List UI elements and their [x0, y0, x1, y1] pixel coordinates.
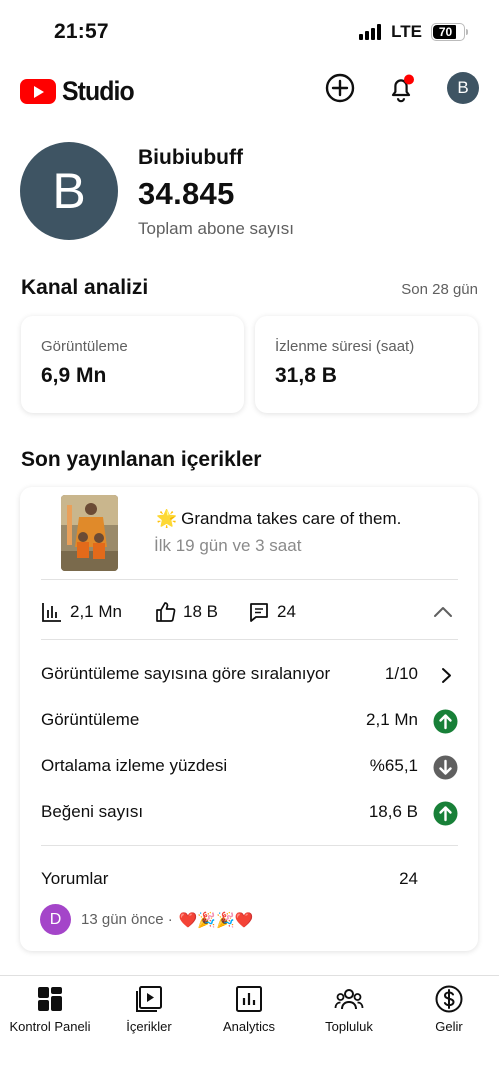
comment-text: ❤️🎉🎉❤️ — [178, 911, 254, 929]
stat-value: 31,8 B — [275, 364, 337, 387]
divider — [41, 579, 458, 580]
signal-icon — [359, 24, 382, 40]
row-value: 2,1 Mn — [366, 710, 418, 729]
comments-label: Yorumlar — [41, 869, 109, 888]
stat-label: Görüntüleme — [41, 338, 128, 355]
battery-level: 70 — [438, 25, 453, 39]
ranking-row[interactable]: Görüntüleme sayısına göre sıralanıyor 1/… — [41, 664, 458, 688]
nav-analytics[interactable]: Analytics — [199, 984, 299, 1034]
ranking-label: Görüntüleme sayısına göre sıralanıyor — [41, 664, 331, 683]
comments-count: 24 — [399, 869, 418, 888]
nav-earn[interactable]: Gelir — [399, 984, 499, 1034]
nav-label: İçerikler — [126, 1019, 172, 1034]
divider — [41, 639, 458, 640]
comment-icon — [250, 603, 268, 622]
recent-content-title: Son yayınlanan içerikler — [21, 448, 262, 471]
stat-label: İzlenme süresi (saat) — [275, 338, 415, 355]
nav-community[interactable]: Topluluk — [299, 984, 399, 1034]
channel-analytics-title: Kanal analizi — [21, 276, 149, 299]
comments-row[interactable]: Yorumlar 24 — [41, 869, 458, 893]
nav-label: Gelir — [435, 1019, 463, 1034]
video-period: İlk 19 gün ve 3 saat — [154, 536, 302, 555]
comment-meta: 13 gün önce · — [81, 911, 173, 928]
bottom-nav: Kontrol Paneli İçerikler Analytics Toplu… — [0, 975, 499, 1080]
row-label: Ortalama izleme yüzdesi — [41, 756, 228, 775]
subscriber-label: Toplam abone sayısı — [138, 219, 294, 238]
channel-name: Biubiubuff — [138, 146, 243, 169]
views-card[interactable]: Görüntüleme 6,9 Mn — [21, 316, 244, 413]
likes-value: 18 B — [183, 602, 218, 621]
dashboard-content: B Biubiubuff 34.845 Toplam abone sayısı … — [0, 118, 499, 975]
star-emoji: 🌟 — [156, 509, 178, 528]
notifications-icon[interactable] — [385, 72, 417, 104]
studio-logo[interactable]: Studio — [20, 76, 140, 107]
stat-value: 6,9 Mn — [41, 364, 107, 387]
network-type: LTE — [391, 22, 422, 41]
community-icon — [334, 989, 364, 1010]
logo-text: Studio — [62, 76, 135, 106]
analytics-period: Son 28 gün — [401, 281, 478, 298]
watch-time-card[interactable]: İzlenme süresi (saat) 31,8 B — [255, 316, 478, 413]
nav-label: Topluluk — [325, 1019, 373, 1034]
row-label: Görüntüleme — [41, 710, 140, 729]
row-value: 18,6 B — [368, 802, 418, 821]
nav-label: Analytics — [222, 1019, 276, 1034]
channel-avatar[interactable]: B — [20, 142, 118, 240]
arrow-up-icon — [433, 801, 458, 826]
video-title[interactable]: 🌟 Grandma takes care of them. — [156, 509, 401, 529]
nav-dashboard[interactable]: Kontrol Paneli — [0, 984, 100, 1034]
thumbs-up-icon — [156, 602, 176, 622]
latest-video-card: 🌟 Grandma takes care of them. İlk 19 gün… — [20, 487, 478, 951]
ranking-value: 1/10 — [384, 664, 418, 683]
create-icon[interactable] — [324, 72, 356, 104]
battery-icon: 70 — [431, 23, 468, 41]
stat-row-views: Görüntüleme 2,1 Mn — [41, 709, 458, 734]
nav-content[interactable]: İçerikler — [99, 984, 199, 1034]
video-thumbnail[interactable] — [61, 495, 118, 571]
status-indicators: LTE 70 — [359, 22, 468, 42]
arrow-up-icon — [433, 709, 458, 734]
row-label: Beğeni sayısı — [41, 802, 144, 821]
account-avatar[interactable]: B — [447, 72, 479, 104]
stat-row-likes: Beğeni sayısı 18,6 B — [41, 801, 458, 826]
commenter-avatar: D — [40, 904, 71, 935]
video-title-text: Grandma takes care of them. — [181, 509, 402, 528]
status-bar: 21:57 LTE 70 — [0, 0, 499, 64]
likes-metric: 18 B — [154, 601, 218, 623]
analytics-icon — [236, 986, 262, 1012]
earn-icon — [435, 985, 463, 1013]
bar-chart-icon — [42, 603, 61, 622]
latest-comment[interactable]: D 13 gün önce · ❤️🎉🎉❤️ — [40, 904, 253, 935]
nav-label: Kontrol Paneli — [9, 1019, 91, 1034]
row-value: %65,1 — [369, 756, 418, 775]
divider — [41, 845, 458, 846]
comments-metric: 24 — [248, 601, 296, 623]
views-metric: 2,1 Mn — [41, 601, 122, 623]
app-header: Studio B — [0, 64, 499, 118]
chevron-up-icon[interactable] — [432, 601, 454, 623]
chevron-right-icon — [442, 668, 451, 683]
views-value: 2,1 Mn — [70, 602, 122, 621]
stat-row-avg-view-percentage: Ortalama izleme yüzdesi %65,1 — [41, 755, 458, 780]
arrow-down-icon — [433, 755, 458, 780]
comments-value: 24 — [277, 602, 296, 621]
dashboard-icon — [38, 987, 62, 1011]
status-time: 21:57 — [54, 20, 109, 43]
youtube-logo-icon — [20, 79, 56, 104]
content-icon — [136, 986, 162, 1012]
subscriber-count: 34.845 — [138, 176, 235, 211]
